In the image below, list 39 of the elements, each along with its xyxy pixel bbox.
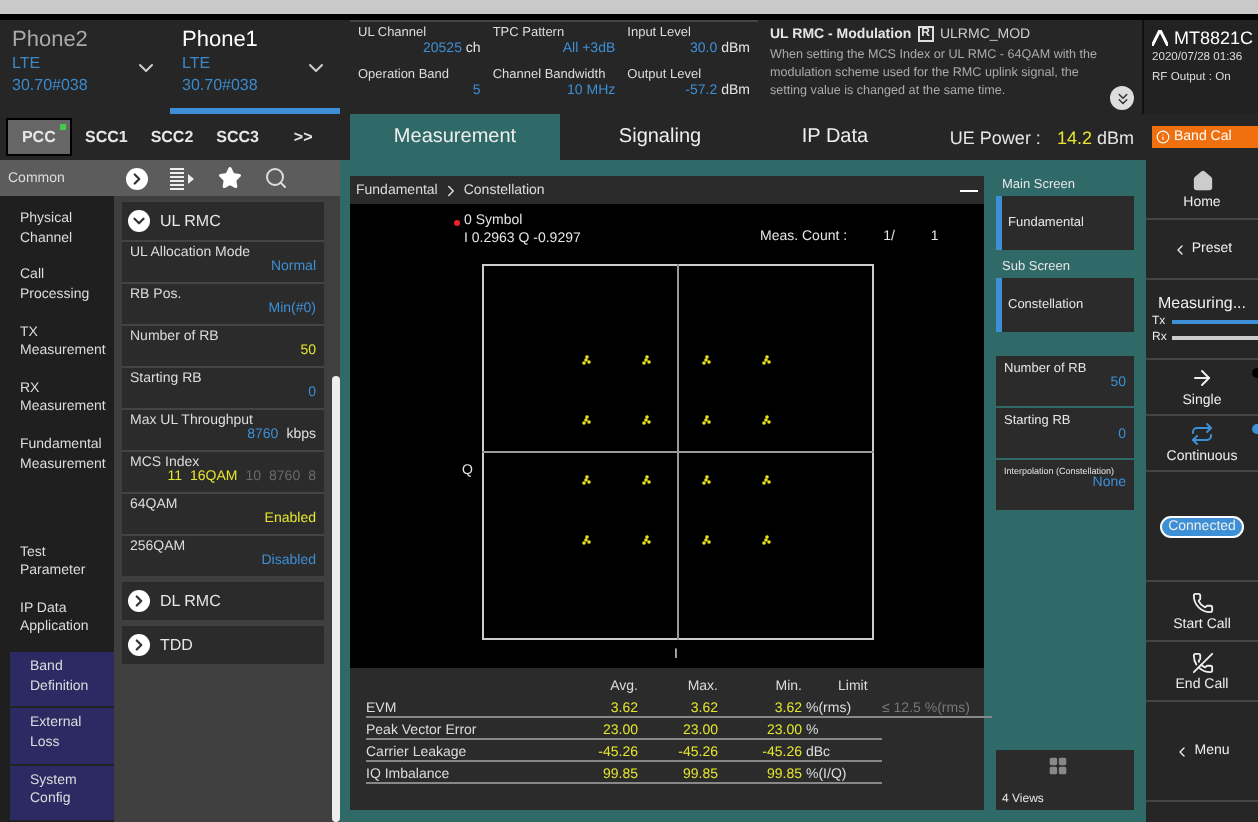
marker-dot (454, 220, 460, 226)
phone-version: 30.70#038 (12, 74, 88, 96)
ue-power-value: 14.2 dBm (1056, 127, 1134, 147)
search-icon[interactable] (264, 166, 288, 190)
hang-up-icon (1191, 651, 1213, 673)
phone-tab[interactable]: Phone1 LTE 30.70#038 (170, 20, 340, 114)
home-icon (1191, 169, 1213, 191)
carrier-tab[interactable]: >> (272, 118, 334, 156)
section-header[interactable]: UL RMC (122, 202, 324, 240)
arrow-icon (1190, 366, 1214, 390)
phone-tech: LTE (182, 52, 213, 74)
expand-button[interactable] (1110, 86, 1134, 110)
phone-name: Phone1 (182, 28, 258, 52)
phone-name: Phone2 (12, 28, 88, 52)
chevron-right-icon[interactable] (126, 167, 148, 189)
carrier-tab[interactable]: SCC2 (141, 118, 203, 156)
carrier-tab[interactable]: SCC3 (206, 118, 269, 156)
carrier-tab[interactable]: SCC1 (75, 118, 138, 156)
carrier-tab[interactable]: PCC (6, 118, 72, 156)
section-header[interactable]: DL RMC (122, 582, 324, 620)
double-chevron-icon (1113, 89, 1131, 107)
list-arrow-icon[interactable] (170, 167, 196, 189)
minimize-icon[interactable] (960, 189, 978, 191)
phone-version: 30.70#038 (182, 74, 258, 96)
logo-icon (1152, 30, 1168, 46)
view-tab[interactable]: Signaling (560, 114, 760, 160)
grid-icon (1048, 756, 1068, 776)
view-tab[interactable]: Measurement (350, 114, 560, 160)
device-model: MT8821C (1174, 28, 1254, 48)
phone-icon (1191, 591, 1213, 613)
view-tab[interactable]: IP Data (760, 114, 910, 160)
measuring-status: Measuring... (1157, 294, 1247, 312)
repeat-icon (1190, 422, 1214, 446)
info-icon (1156, 130, 1170, 144)
star-icon[interactable] (218, 166, 242, 190)
ue-power-label: UE Power : (949, 127, 1041, 147)
section-header[interactable]: TDD (122, 626, 324, 664)
phone-tech: LTE (12, 52, 43, 74)
phone-tab[interactable]: Phone2 LTE 30.70#038 (0, 20, 170, 114)
